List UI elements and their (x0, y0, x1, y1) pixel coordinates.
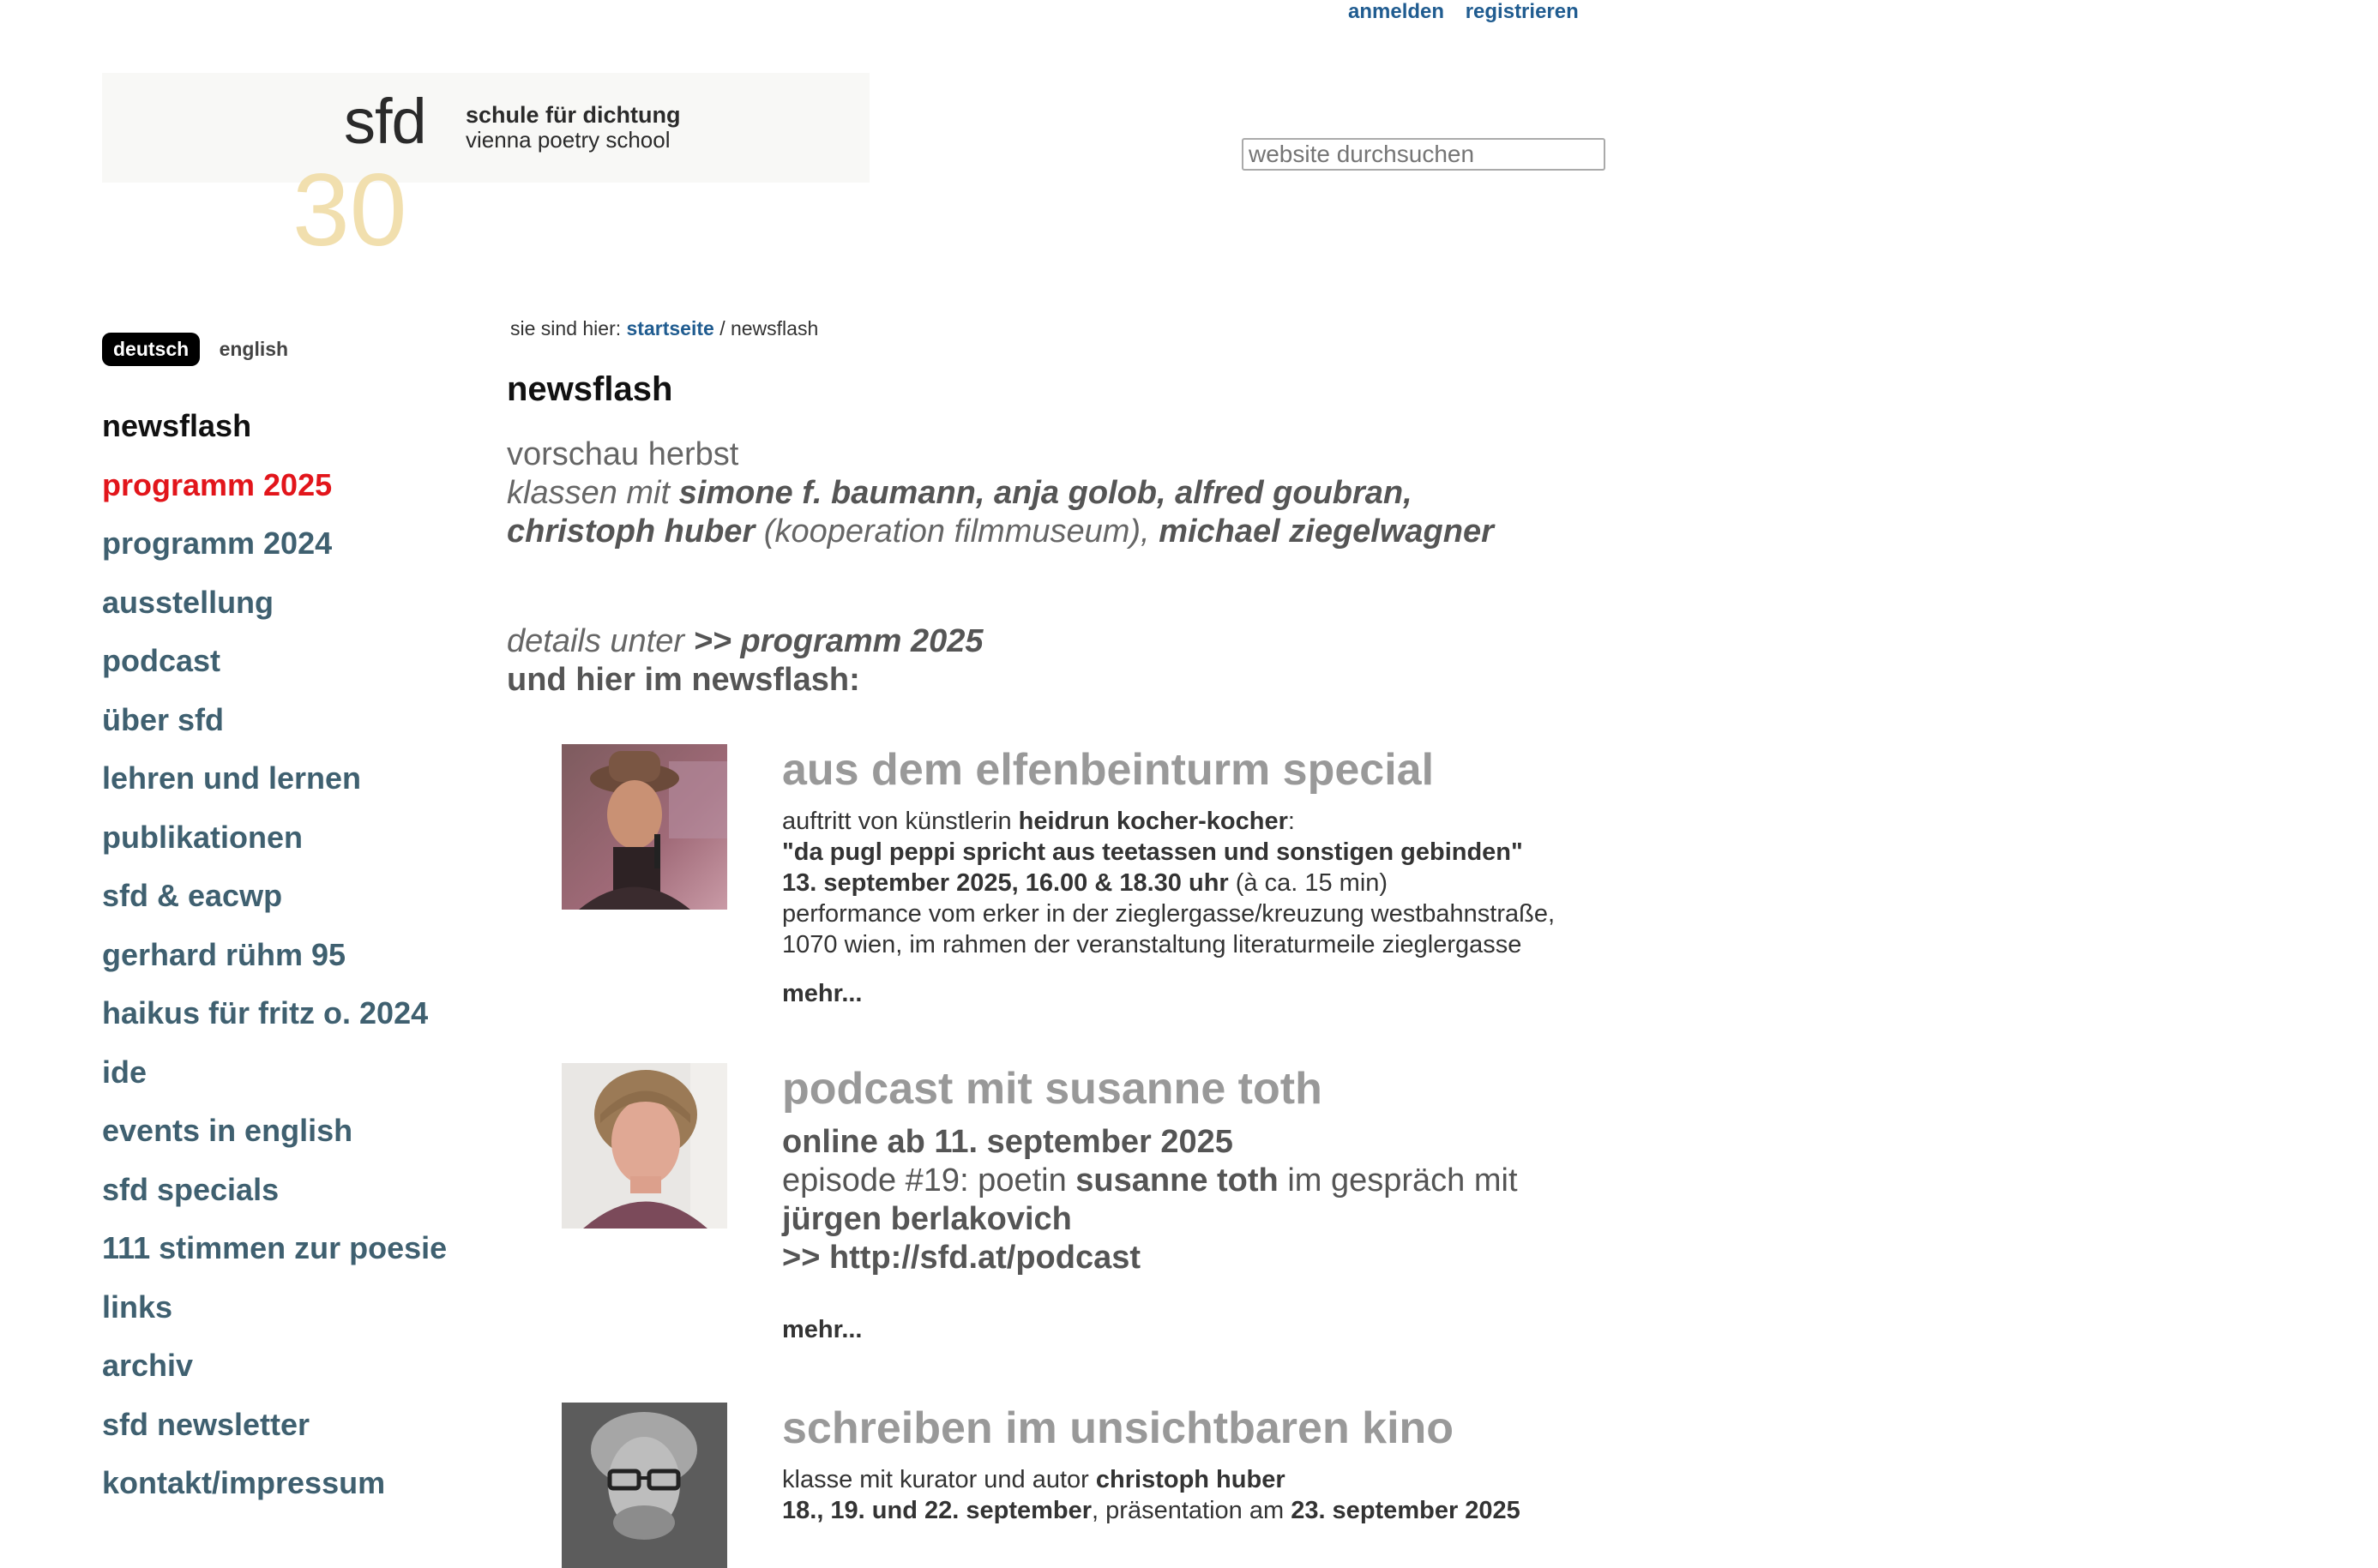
item2-host: jürgen berlakovich (782, 1201, 1072, 1237)
intro-coop: (kooperation filmmuseum), (763, 514, 1150, 550)
item3-presentation-date: 23. september 2025 (1291, 1497, 1520, 1524)
news-item-title[interactable]: podcast mit susanne toth (782, 1063, 1322, 1114)
news-item-title[interactable]: aus dem elfenbeinturm special (782, 744, 1434, 796)
news-thumbnail-image[interactable] (562, 744, 727, 910)
news-item: aus dem elfenbeinturm special auftritt v… (562, 744, 1677, 1018)
item1-date: 13. september 2025, 16.00 & 18.30 uhr (782, 869, 1229, 897)
intro-names: simone f. baumann, anja golob, alfred go… (678, 475, 1412, 511)
nav-item-links[interactable]: links (102, 1286, 447, 1345)
logo-line1: schule für dichtung (466, 102, 681, 128)
item1-work-title: "da pugl peppi spricht aus teetassen und… (782, 838, 1523, 866)
breadcrumb-prefix: sie sind hier: (510, 317, 622, 339)
breadcrumb-separator: / (719, 317, 725, 339)
programm-2025-link[interactable]: >> programm 2025 (694, 623, 984, 659)
intro-heading: vorschau herbst (507, 436, 739, 472)
nav-item-gerhard-ruehm-95[interactable]: gerhard rühm 95 (102, 934, 447, 993)
lang-english[interactable]: english (220, 338, 289, 360)
intro-classes-prefix: klassen mit (507, 475, 671, 511)
details-text: details unter >> programm 2025 und hier … (507, 622, 984, 700)
nav-item-ueber-sfd[interactable]: über sfd (102, 699, 447, 758)
news-item: schreiben im unsichtbaren kino klasse mi… (562, 1403, 1677, 1568)
news-thumbnail-image[interactable] (562, 1063, 727, 1229)
news-thumbnail-image[interactable] (562, 1403, 727, 1568)
nav-item-111-stimmen[interactable]: 111 stimmen zur poesie (102, 1227, 447, 1286)
lang-deutsch[interactable]: deutsch (102, 333, 201, 366)
intro-name-huber: christoph huber (507, 514, 756, 550)
logo-short: sfd (344, 86, 427, 157)
nav-item-lehren-und-lernen[interactable]: lehren und lernen (102, 757, 447, 816)
nav-item-ide[interactable]: ide (102, 1051, 447, 1110)
item1-duration: (à ca. 15 min) (1235, 869, 1388, 897)
item1-location-1: performance vom erker in der zieglergass… (782, 900, 1556, 928)
details-line2: und hier im newsflash: (507, 662, 860, 698)
logo-anniversary: 30 (292, 153, 407, 267)
login-link[interactable]: anmelden (1348, 0, 1444, 23)
item3-presentation: , präsentation am (1092, 1497, 1285, 1524)
item2-online-date: online ab 11. september 2025 (782, 1124, 1233, 1160)
nav-item-programm-2025[interactable]: programm 2025 (102, 464, 447, 523)
more-link[interactable]: mehr... (782, 1316, 863, 1344)
nav-item-sfd-specials[interactable]: sfd specials (102, 1168, 447, 1228)
nav-item-podcast[interactable]: podcast (102, 640, 447, 699)
breadcrumb-home-link[interactable]: startseite (627, 317, 714, 339)
item1-colon: : (1287, 808, 1295, 835)
item2-in-talk: im gespräch mit (1287, 1162, 1518, 1199)
language-switch: deutsch english (102, 333, 288, 366)
details-prefix: details unter (507, 623, 685, 659)
nav-item-haikus[interactable]: haikus für fritz o. 2024 (102, 992, 447, 1051)
item2-poet: susanne toth (1075, 1162, 1279, 1199)
nav-item-programm-2024[interactable]: programm 2024 (102, 522, 447, 581)
item3-author: christoph huber (1095, 1466, 1285, 1493)
news-item: podcast mit susanne toth online ab 11. s… (562, 1063, 1677, 1355)
item1-artist: heidrun kocher-kocher (1018, 808, 1288, 835)
item2-episode: episode #19: poetin (782, 1162, 1067, 1199)
user-links: anmelden registrieren (1348, 0, 1594, 24)
intro-text: vorschau herbst klassen mit simone f. ba… (507, 436, 1639, 551)
nav-item-archiv[interactable]: archiv (102, 1344, 447, 1403)
nav-item-sfd-eacwp[interactable]: sfd & eacwp (102, 874, 447, 934)
intro-name-last: michael ziegelwagner (1159, 514, 1494, 550)
news-item-title[interactable]: schreiben im unsichtbaren kino (782, 1403, 1454, 1454)
news-item-body: auftritt von künstlerin heidrun kocher-k… (782, 806, 1683, 960)
nav-item-newsflash[interactable]: newsflash (102, 405, 447, 464)
site-logo[interactable]: sfd schule für dichtung vienna poetry sc… (102, 73, 870, 261)
breadcrumb-current: newsflash (730, 317, 819, 339)
nav-item-events-in-english[interactable]: events in english (102, 1109, 447, 1168)
page-title: newsflash (507, 370, 673, 408)
news-item-body: klasse mit kurator und autor christoph h… (782, 1464, 1683, 1526)
item1-location-2: 1070 wien, im rahmen der veranstaltung l… (782, 931, 1522, 958)
nav-item-kontakt-impressum[interactable]: kontakt/impressum (102, 1462, 447, 1521)
news-item-body: online ab 11. september 2025 episode #19… (782, 1123, 1683, 1277)
item3-dates: 18., 19. und 22. september (782, 1497, 1093, 1524)
podcast-url-link[interactable]: >> http://sfd.at/podcast (782, 1240, 1141, 1276)
nav-item-ausstellung[interactable]: ausstellung (102, 581, 447, 640)
nav-item-sfd-newsletter[interactable]: sfd newsletter (102, 1403, 447, 1463)
item1-text-a: auftritt von künstlerin (782, 808, 1012, 835)
logo-line2: vienna poetry school (466, 127, 671, 153)
breadcrumb: sie sind hier: startseite / newsflash (510, 317, 818, 340)
register-link[interactable]: registrieren (1466, 0, 1579, 23)
item3-text-a: klasse mit kurator und autor (782, 1466, 1089, 1493)
nav-item-publikationen[interactable]: publikationen (102, 816, 447, 875)
search-input[interactable] (1242, 138, 1605, 171)
more-link[interactable]: mehr... (782, 980, 863, 1008)
main-nav: newsflash programm 2025 programm 2024 au… (102, 405, 447, 1521)
